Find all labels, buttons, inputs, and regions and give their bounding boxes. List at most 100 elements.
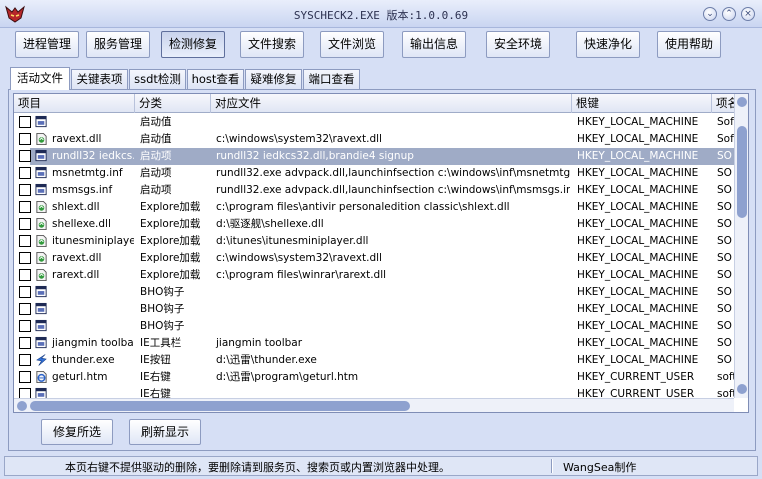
cell-category: Explore加载 bbox=[140, 201, 201, 213]
dll-icon bbox=[36, 234, 47, 248]
table-row[interactable]: thunder.exe IE按钮 d:\迅雷\thunder.exe HKEY_LOC… bbox=[14, 352, 734, 369]
row-checkbox[interactable] bbox=[19, 371, 31, 383]
table-row[interactable]: 启动值 HKEY_LOCAL_MACHINE Sof bbox=[14, 114, 734, 131]
table-row[interactable]: BHO钩子 HKEY_LOCAL_MACHINE SO bbox=[14, 301, 734, 318]
cell-root: HKEY_LOCAL_MACHINE bbox=[577, 133, 699, 145]
toolbar-file-search-button[interactable]: 文件搜索 bbox=[240, 31, 304, 58]
scroll-down-icon[interactable] bbox=[737, 384, 747, 394]
row-checkbox[interactable] bbox=[19, 201, 31, 213]
active-files-list[interactable]: 项目 分类 对应文件 根键 项名 启动值 HKEY_LOCAL_MACHINE So… bbox=[13, 93, 749, 413]
row-checkbox[interactable] bbox=[19, 286, 31, 298]
cell-file bbox=[214, 114, 570, 131]
row-checkbox[interactable] bbox=[19, 184, 31, 196]
cell-name: soft bbox=[717, 371, 734, 383]
table-row[interactable]: rarext.dll Explore加载 c:\program files\winr… bbox=[14, 267, 734, 284]
row-checkbox[interactable] bbox=[19, 116, 31, 128]
tab-active-files[interactable]: 活动文件 bbox=[10, 67, 70, 90]
table-row[interactable]: rundll32 iedkcs... 启动项 rundll32 iedkcs32.d… bbox=[14, 148, 734, 165]
row-checkbox[interactable] bbox=[19, 354, 31, 366]
cell-name: SO bbox=[717, 252, 732, 264]
vertical-scrollbar[interactable] bbox=[734, 94, 748, 398]
row-checkbox[interactable] bbox=[19, 252, 31, 264]
window-icon bbox=[35, 115, 47, 128]
refresh-button[interactable]: 刷新显示 bbox=[129, 419, 201, 445]
dll-icon bbox=[36, 217, 47, 231]
cell-file: rundll32 iedkcs32.dll,brandie4 signup bbox=[216, 150, 414, 162]
table-row[interactable]: geturl.htm IE右键 d:\迅雷\program\geturl.htm HK… bbox=[14, 369, 734, 386]
row-checkbox[interactable] bbox=[19, 337, 31, 349]
cell-name: SO bbox=[717, 201, 732, 213]
table-row[interactable]: jiangmin toolbar IE工具栏 jiangmin toolbar HKE… bbox=[14, 335, 734, 352]
cell-name: SO bbox=[717, 286, 732, 298]
tab-difficult-repair[interactable]: 疑难修复 bbox=[245, 69, 302, 89]
row-checkbox[interactable] bbox=[19, 150, 31, 162]
maximize-icon[interactable]: ⌃ bbox=[722, 7, 736, 21]
cell-category: BHO钩子 bbox=[140, 320, 185, 332]
toolbar-security-env-button[interactable]: 安全环境 bbox=[486, 31, 550, 58]
cell-item: msnetmtg.inf bbox=[52, 167, 123, 179]
cell-root: HKEY_LOCAL_MACHINE bbox=[577, 320, 699, 332]
cell-item bbox=[50, 318, 134, 335]
cell-root: HKEY_LOCAL_MACHINE bbox=[577, 354, 699, 366]
row-checkbox[interactable] bbox=[19, 235, 31, 247]
toolbar-output-info-button[interactable]: 输出信息 bbox=[402, 31, 466, 58]
table-row[interactable]: msmsgs.inf 启动项 rundll32.exe advpack.dll,la… bbox=[14, 182, 734, 199]
scroll-left-icon[interactable] bbox=[17, 401, 27, 411]
minimize-icon[interactable]: ⌄ bbox=[703, 7, 717, 21]
cell-root: HKEY_LOCAL_MACHINE bbox=[577, 235, 699, 247]
table-row[interactable]: shlext.dll Explore加载 c:\program files\anti… bbox=[14, 199, 734, 216]
cell-root: HKEY_LOCAL_MACHINE bbox=[577, 150, 699, 162]
tab-key-entries[interactable]: 关键表项 bbox=[71, 69, 128, 89]
row-checkbox[interactable] bbox=[19, 133, 31, 145]
row-checkbox[interactable] bbox=[19, 218, 31, 230]
scroll-up-icon[interactable] bbox=[737, 97, 747, 107]
table-row[interactable]: BHO钩子 HKEY_LOCAL_MACHINE SO bbox=[14, 318, 734, 335]
list-header: 项目 分类 对应文件 根键 项名 bbox=[14, 94, 739, 113]
column-header-root-key[interactable]: 根键 bbox=[572, 94, 712, 113]
tab-strip: 活动文件 关键表项 ssdt检测 host查看 疑难修复 端口查看 bbox=[10, 67, 758, 90]
window-icon bbox=[35, 149, 47, 162]
horizontal-scroll-thumb[interactable] bbox=[30, 401, 410, 411]
row-checkbox[interactable] bbox=[19, 269, 31, 281]
column-header-file[interactable]: 对应文件 bbox=[211, 94, 572, 113]
row-checkbox[interactable] bbox=[19, 303, 31, 315]
cell-root: HKEY_LOCAL_MACHINE bbox=[577, 286, 699, 298]
horizontal-scrollbar[interactable] bbox=[14, 398, 734, 412]
close-icon[interactable]: × bbox=[741, 7, 755, 21]
cell-name: SO bbox=[717, 354, 732, 366]
vertical-scroll-thumb[interactable] bbox=[737, 126, 747, 218]
table-row[interactable]: msnetmtg.inf 启动项 rundll32.exe advpack.dll,… bbox=[14, 165, 734, 182]
toolbar-process-manager-button[interactable]: 进程管理 bbox=[15, 31, 79, 58]
row-checkbox[interactable] bbox=[19, 320, 31, 332]
toolbar-help-button[interactable]: 使用帮助 bbox=[657, 31, 721, 58]
cell-file: c:\program files\antivir personaledition… bbox=[216, 201, 510, 213]
column-header-item[interactable]: 项目 bbox=[14, 94, 135, 113]
table-row[interactable]: ravext.dll 启动值 c:\windows\system32\ravext.… bbox=[14, 131, 734, 148]
table-row[interactable]: ravext.dll Explore加载 c:\windows\system32\r… bbox=[14, 250, 734, 267]
row-checkbox[interactable] bbox=[19, 167, 31, 179]
table-row[interactable]: itunesminiplaye... Explore加载 d:\itunes\itu… bbox=[14, 233, 734, 250]
tab-ssdt[interactable]: ssdt检测 bbox=[129, 69, 186, 89]
cell-name: SO bbox=[717, 167, 732, 179]
table-row[interactable]: shellexe.dll Explore加载 d:\驱逐舰\shellexe.dll… bbox=[14, 216, 734, 233]
tab-host[interactable]: host查看 bbox=[187, 69, 244, 89]
fix-selected-button[interactable]: 修复所选 bbox=[41, 419, 113, 445]
cell-root: HKEY_CURRENT_USER bbox=[577, 371, 695, 383]
toolbar-detect-repair-button[interactable]: 检测修复 bbox=[161, 31, 225, 58]
cell-name: SO bbox=[717, 184, 732, 196]
window-icon bbox=[35, 285, 47, 298]
cell-category: 启动值 bbox=[140, 133, 172, 145]
column-header-category[interactable]: 分类 bbox=[135, 94, 211, 113]
cell-file: rundll32.exe advpack.dll,launchinfsectio… bbox=[216, 184, 570, 196]
toolbar-quick-clean-button[interactable]: 快速净化 bbox=[576, 31, 640, 58]
table-row[interactable]: BHO钩子 HKEY_LOCAL_MACHINE SO bbox=[14, 284, 734, 301]
window-icon bbox=[35, 183, 47, 196]
tab-port-view[interactable]: 端口查看 bbox=[303, 69, 360, 89]
toolbar-service-manager-button[interactable]: 服务管理 bbox=[86, 31, 150, 58]
status-bar: 本页右键不提供驱动的删除，要删除请到服务页、搜索页或内置浏览器中处理。 Wang… bbox=[4, 456, 758, 476]
toolbar-file-browse-button[interactable]: 文件浏览 bbox=[320, 31, 384, 58]
cell-category: IE右键 bbox=[140, 371, 171, 383]
status-separator bbox=[551, 459, 553, 473]
cell-file: d:\迅雷\thunder.exe bbox=[216, 354, 317, 366]
cell-category: Explore加载 bbox=[140, 252, 201, 264]
